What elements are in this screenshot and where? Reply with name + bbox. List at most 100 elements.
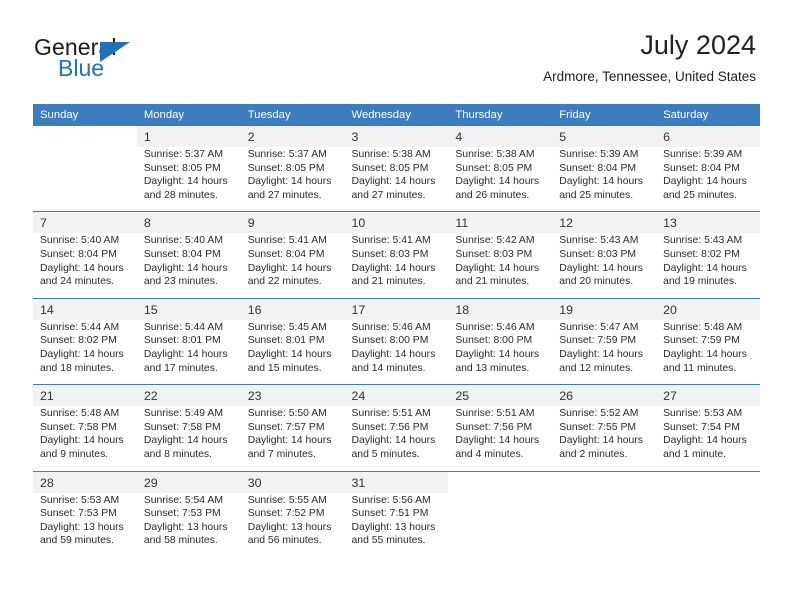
- day-detail-empty: [656, 492, 760, 557]
- day-daylight-text: Daylight: 13 hours: [247, 521, 332, 533]
- day-number[interactable]: 12: [552, 211, 657, 234]
- day-daylight-cont-text: and 26 minutes.: [455, 189, 530, 201]
- day-sunrise-text: Sunrise: 5:50 AM: [247, 408, 327, 420]
- day-number[interactable]: 15: [136, 297, 241, 320]
- day-detail: Sunrise: 5:50 AM Sunset: 7:57 PM Daylight:…: [240, 406, 345, 471]
- day-number[interactable]: 30: [240, 470, 345, 493]
- day-daylight-cont-text: and 56 minutes.: [247, 535, 322, 547]
- day-number[interactable]: 8: [136, 211, 241, 234]
- day-daylight-text: Daylight: 14 hours: [351, 348, 436, 360]
- day-sunset-text: Sunset: 7:58 PM: [143, 421, 221, 433]
- day-daylight-cont-text: and 11 minutes.: [663, 362, 737, 374]
- day-number[interactable]: 14: [33, 297, 137, 320]
- day-detail: Sunrise: 5:53 AM Sunset: 7:54 PM Daylight:…: [656, 406, 760, 471]
- day-sunrise-text: Sunrise: 5:52 AM: [559, 408, 639, 420]
- day-daylight-text: Daylight: 14 hours: [455, 435, 540, 447]
- day-daylight-text: Daylight: 14 hours: [663, 262, 747, 274]
- day-number[interactable]: 7: [33, 211, 137, 234]
- day-number[interactable]: 28: [33, 470, 137, 493]
- day-number[interactable]: 25: [448, 384, 553, 407]
- weekday-header-tuesday: Tuesday: [240, 104, 345, 126]
- day-daylight-cont-text: and 14 minutes.: [351, 362, 426, 374]
- day-daylight-cont-text: and 17 minutes.: [143, 362, 218, 374]
- day-sunrise-text: Sunrise: 5:38 AM: [351, 149, 431, 160]
- day-sunrise-text: Sunrise: 5:53 AM: [40, 494, 120, 506]
- day-detail: Sunrise: 5:48 AM Sunset: 7:58 PM Daylight:…: [33, 406, 137, 471]
- day-number[interactable]: 21: [33, 384, 137, 407]
- day-daylight-cont-text: and 23 minutes.: [143, 276, 218, 288]
- day-detail: Sunrise: 5:37 AM Sunset: 8:05 PM Daylight:…: [240, 147, 345, 212]
- day-detail: Sunrise: 5:39 AM Sunset: 8:04 PM Daylight:…: [656, 147, 760, 212]
- day-daylight-cont-text: and 15 minutes.: [247, 362, 322, 374]
- day-sunrise-text: Sunrise: 5:37 AM: [143, 149, 223, 160]
- day-number[interactable]: 5: [552, 126, 657, 147]
- day-daylight-text: Daylight: 14 hours: [40, 262, 124, 274]
- day-number[interactable]: 10: [344, 211, 449, 234]
- day-sunrise-text: Sunrise: 5:43 AM: [663, 235, 743, 247]
- day-daylight-cont-text: and 24 minutes.: [40, 276, 114, 288]
- calendar-table: Sunday Monday Tuesday Wednesday Thursday…: [33, 104, 760, 557]
- day-sunrise-text: Sunrise: 5:37 AM: [247, 149, 327, 160]
- day-sunrise-text: Sunrise: 5:47 AM: [559, 321, 639, 333]
- week-detail-row: Sunrise: 5:37 AM Sunset: 8:05 PM Daylight:…: [33, 147, 760, 212]
- day-number[interactable]: 2: [240, 126, 345, 147]
- page-subtitle: Ardmore, Tennessee, United States: [543, 69, 756, 84]
- day-number[interactable]: 1: [136, 126, 241, 147]
- day-daylight-cont-text: and 28 minutes.: [143, 189, 218, 201]
- day-number[interactable]: 27: [656, 384, 760, 407]
- day-sunrise-text: Sunrise: 5:46 AM: [455, 321, 535, 333]
- day-number[interactable]: 11: [448, 211, 553, 234]
- day-number[interactable]: 29: [136, 470, 241, 493]
- day-detail: Sunrise: 5:51 AM Sunset: 7:56 PM Daylight:…: [344, 406, 449, 471]
- day-sunrise-text: Sunrise: 5:56 AM: [351, 494, 431, 506]
- calendar-header-row: Sunday Monday Tuesday Wednesday Thursday…: [33, 104, 760, 126]
- day-detail: Sunrise: 5:38 AM Sunset: 8:05 PM Daylight:…: [344, 147, 449, 212]
- day-number[interactable]: 9: [240, 211, 345, 234]
- day-sunrise-text: Sunrise: 5:44 AM: [40, 321, 120, 333]
- day-number[interactable]: 4: [448, 126, 553, 147]
- day-daylight-text: Daylight: 13 hours: [351, 521, 436, 533]
- day-sunrise-text: Sunrise: 5:40 AM: [40, 235, 120, 247]
- day-number[interactable]: 18: [448, 297, 553, 320]
- day-number[interactable]: 20: [656, 297, 760, 320]
- day-sunset-text: Sunset: 8:04 PM: [559, 162, 637, 174]
- day-number[interactable]: 26: [552, 384, 657, 407]
- day-number[interactable]: 31: [344, 470, 449, 493]
- day-cell-empty: [552, 470, 657, 493]
- day-sunset-text: Sunset: 8:02 PM: [40, 335, 117, 347]
- day-daylight-cont-text: and 13 minutes.: [455, 362, 530, 374]
- day-sunset-text: Sunset: 7:59 PM: [559, 335, 637, 347]
- day-number[interactable]: 13: [656, 211, 760, 234]
- day-daylight-text: Daylight: 14 hours: [247, 348, 332, 360]
- page-header: General Blue July 2024 Ardmore, Tennesse…: [0, 28, 792, 100]
- day-number[interactable]: 22: [136, 384, 241, 407]
- day-number[interactable]: 6: [656, 126, 760, 147]
- day-sunrise-text: Sunrise: 5:39 AM: [559, 149, 639, 160]
- day-cell-empty: [33, 126, 137, 147]
- day-number[interactable]: 23: [240, 384, 345, 407]
- day-daylight-cont-text: and 21 minutes.: [455, 276, 530, 288]
- day-number[interactable]: 19: [552, 297, 657, 320]
- day-sunset-text: Sunset: 8:01 PM: [247, 335, 325, 347]
- weekday-header-thursday: Thursday: [448, 104, 553, 126]
- day-sunrise-text: Sunrise: 5:55 AM: [247, 494, 327, 506]
- day-sunset-text: Sunset: 8:05 PM: [247, 162, 325, 174]
- day-number[interactable]: 17: [344, 297, 449, 320]
- general-blue-logo[interactable]: General Blue: [34, 34, 234, 86]
- triangle-icon: [100, 42, 130, 62]
- day-sunset-text: Sunset: 7:56 PM: [455, 421, 533, 433]
- day-sunrise-text: Sunrise: 5:54 AM: [143, 494, 223, 506]
- day-sunset-text: Sunset: 7:53 PM: [40, 508, 117, 520]
- day-number[interactable]: 3: [344, 126, 449, 147]
- day-daylight-cont-text: and 58 minutes.: [143, 535, 218, 547]
- day-detail-empty: [33, 147, 137, 212]
- day-sunset-text: Sunset: 8:00 PM: [351, 335, 429, 347]
- day-daylight-text: Daylight: 14 hours: [559, 348, 643, 360]
- week-daynumber-row: 123456: [33, 126, 760, 147]
- day-sunset-text: Sunset: 8:01 PM: [143, 335, 221, 347]
- day-number[interactable]: 24: [344, 384, 449, 407]
- day-number[interactable]: 16: [240, 297, 345, 320]
- day-daylight-cont-text: and 22 minutes.: [247, 276, 322, 288]
- week-daynumber-row: 7 8 9 10 11 12 13: [33, 211, 760, 234]
- day-sunrise-text: Sunrise: 5:43 AM: [559, 235, 639, 247]
